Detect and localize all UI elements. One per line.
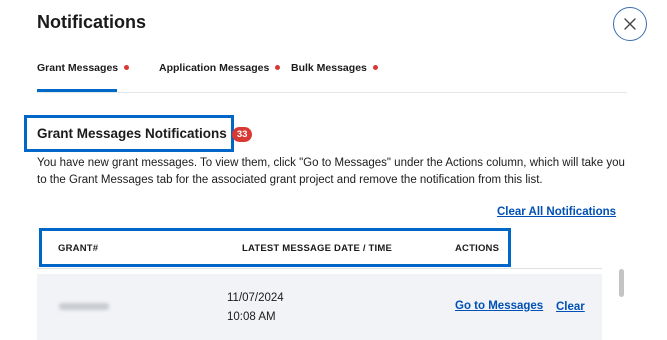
tab-label: Bulk Messages <box>291 62 367 74</box>
clear-link[interactable]: Clear <box>556 301 585 313</box>
grant-number-redacted <box>59 303 109 310</box>
section-description: You have new grant messages. To view the… <box>37 157 625 186</box>
column-header-actions: ACTIONS <box>455 243 500 254</box>
tab-grant-messages[interactable]: Grant Messages <box>37 62 130 74</box>
close-button[interactable] <box>613 7 647 41</box>
notification-dot-icon <box>275 65 281 70</box>
notification-dot-icon <box>372 65 378 70</box>
go-to-messages-link[interactable]: Go to Messages <box>455 300 543 312</box>
section-title: Grant Messages Notifications 33 <box>37 126 253 142</box>
tab-application-messages[interactable]: Application Messages <box>159 62 281 74</box>
table-row: 11/07/2024 10:08 AM Go to Messages Clear <box>37 274 602 340</box>
tab-bulk-messages[interactable]: Bulk Messages <box>291 62 378 74</box>
tab-label: Application Messages <box>159 62 270 74</box>
message-time: 10:08 AM <box>227 311 276 323</box>
column-header-grant: GRANT# <box>58 243 99 254</box>
count-badge: 33 <box>231 127 253 142</box>
tab-bar: Grant Messages Application Messages Bulk… <box>37 62 627 93</box>
column-header-date-time: LATEST MESSAGE DATE / TIME <box>242 243 392 254</box>
notification-dot-icon <box>124 65 130 70</box>
clear-all-notifications-link[interactable]: Clear All Notifications <box>497 206 616 218</box>
page-title: Notifications <box>37 12 147 32</box>
tab-label: Grant Messages <box>37 62 119 74</box>
message-date: 11/07/2024 <box>227 292 284 304</box>
table-header-divider <box>37 268 602 269</box>
active-tab-indicator <box>37 89 117 92</box>
section-title-text: Grant Messages Notifications <box>37 126 227 141</box>
close-icon <box>624 18 636 30</box>
scrollbar-thumb[interactable] <box>619 269 624 297</box>
